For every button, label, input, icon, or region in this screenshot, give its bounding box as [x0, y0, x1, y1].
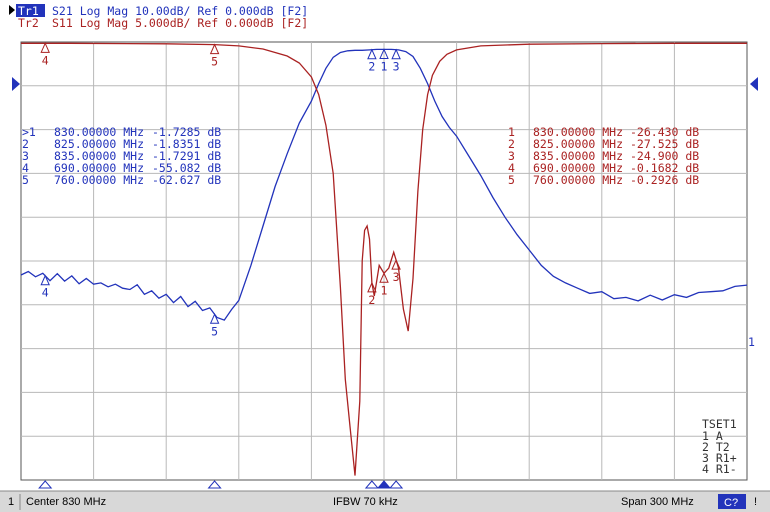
channel-number[interactable]: 1	[8, 496, 14, 508]
tr1-marker-label-4: 4	[42, 286, 49, 300]
tr2-tag[interactable]: Tr2	[18, 16, 39, 30]
marker-frequency: 760.00000 MHz	[54, 173, 144, 187]
marker-id: 5	[22, 173, 29, 187]
stimulus-marker-5[interactable]	[207, 480, 222, 489]
status-bar: 1 Center 830 MHz IFBW 70 kHz Span 300 MH…	[0, 490, 770, 512]
stimulus-marker-3[interactable]	[389, 480, 404, 489]
stimulus-marker-1[interactable]	[376, 480, 392, 489]
tr2-marker-label-2: 2	[368, 293, 375, 307]
ref-level-right-arrow[interactable]	[750, 77, 758, 91]
stimulus-markers	[38, 480, 404, 489]
tr2-marker-label-3: 3	[393, 270, 400, 284]
tr2-marker-label-4: 4	[42, 53, 49, 67]
tr1-marker-label-3: 3	[393, 60, 400, 74]
vna-display: Tr1 S21 Log Mag 10.00dB/ Ref 0.000dB [F2…	[0, 4, 770, 512]
tr2-marker-label-5: 5	[211, 55, 218, 69]
marker-value: -0.2926 dB	[630, 173, 699, 187]
ifbw-setting[interactable]: IFBW 70 kHz	[333, 496, 398, 508]
cal-badge-label: C?	[724, 497, 738, 509]
tr2-marker-table: 1 830.00000 MHz -26.430 dB2 825.00000 MHz -2…	[508, 125, 699, 187]
trace-header: Tr1 S21 Log Mag 10.00dB/ Ref 0.000dB [F2…	[9, 4, 308, 30]
ref-level-left-arrow[interactable]	[12, 77, 20, 91]
marker-frequency: 760.00000 MHz	[533, 173, 623, 187]
stimulus-marker-4[interactable]	[38, 480, 53, 489]
channel-info-line: 4 R1-	[702, 462, 737, 476]
active-trace-arrow	[9, 5, 15, 15]
center-frequency[interactable]: Center 830 MHz	[26, 496, 106, 508]
tr2-marker-label-1: 1	[381, 283, 388, 297]
span-setting[interactable]: Span 300 MHz	[621, 496, 694, 508]
marker-id: 5	[508, 173, 515, 187]
tr1-end-label: 1	[748, 335, 755, 349]
status-end-flag: !	[754, 496, 757, 508]
tr1-marker-label-1: 1	[381, 59, 388, 73]
stimulus-marker-2[interactable]	[364, 480, 379, 489]
tr1-marker-label-5: 5	[211, 324, 218, 338]
marker-table-row: 5 760.00000 MHz -0.2926 dB	[508, 173, 699, 187]
marker-value: -62.627 dB	[152, 173, 221, 187]
tr2-header-text: S11 Log Mag 5.000dB/ Ref 0.000dB [F2]	[52, 16, 308, 30]
tr1-marker-label-2: 2	[368, 60, 375, 74]
